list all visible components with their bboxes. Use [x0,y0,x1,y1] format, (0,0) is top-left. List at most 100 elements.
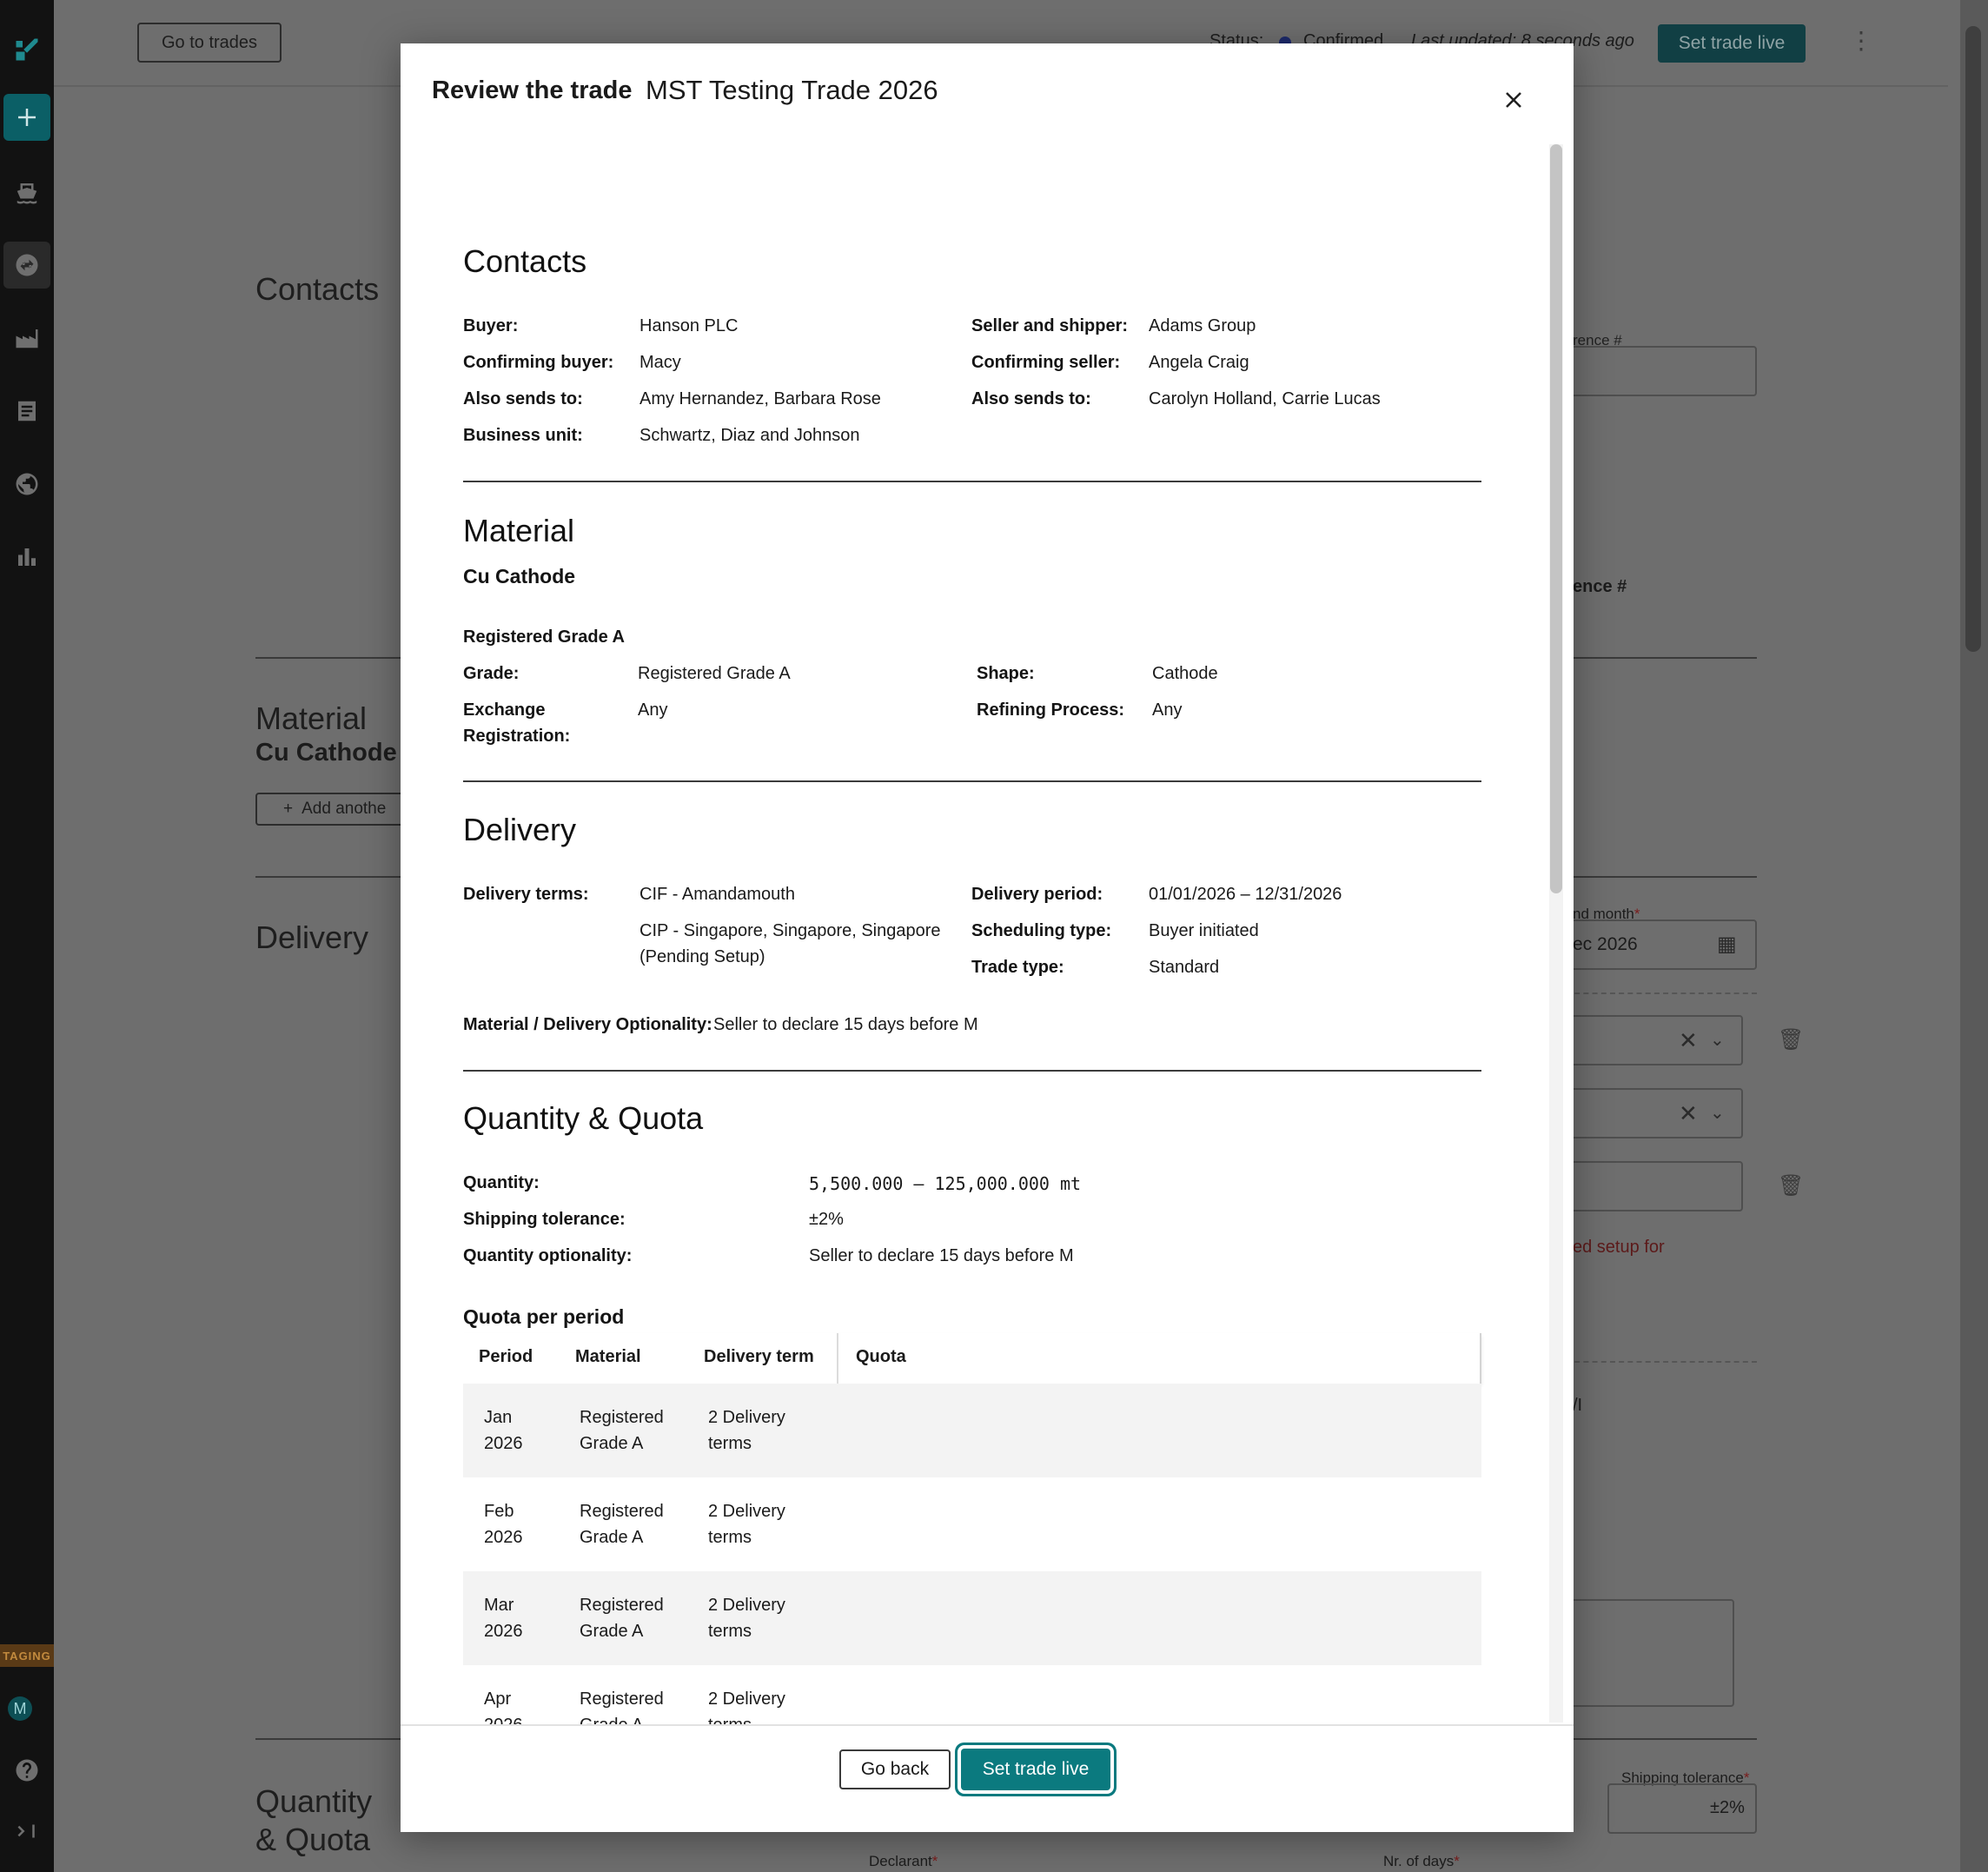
end-month-input-bg[interactable]: ec 2026 ▦ [1566,919,1757,970]
trash-icon[interactable]: 🗑 [1778,1027,1804,1052]
trash-icon[interactable]: 🗑 [1778,1173,1804,1198]
delivery-term-2: CIP - Singapore, Singapore, Singapore [639,921,941,940]
quantity-optionality-label: Quantity optionality: [463,1246,633,1265]
material-heading: Material [463,513,575,548]
dialog-body: Contacts Buyer: Hanson PLC Confirming bu… [463,139,1506,1724]
page-scrollbar-thumb[interactable] [1965,26,1981,652]
go-back-button[interactable]: Go back [839,1749,951,1789]
quantity-heading-bg-2: & Quota [255,1822,371,1857]
material-cell: RegisteredGrade A [580,1689,664,1724]
review-trade-dialog: Review the trade MST Testing Trade 2026 … [401,43,1574,1832]
confirming-seller-label: Confirming seller: [971,353,1121,372]
column-separator [837,1333,838,1384]
document-icon[interactable] [3,388,50,435]
shape-value: Cathode [1152,664,1218,683]
dialog-scrollbar-thumb[interactable] [1550,144,1562,893]
reference-input-bg[interactable] [1566,346,1757,396]
globe-icon[interactable] [3,461,50,508]
more-vertical-icon[interactable]: ⋮ [1849,26,1873,55]
ship-icon[interactable] [3,169,50,216]
delivery-input-bg[interactable] [1566,1161,1743,1211]
dialog-header: Review the trade MST Testing Trade 2026 [401,43,1574,139]
quantity-heading: Quantity & Quota [463,1100,704,1136]
period-cell: Apr2026 [484,1689,523,1724]
shipping-tolerance-label: Shipping tolerance: [463,1210,626,1229]
contacts-heading: Contacts [463,243,587,279]
set-trade-live-button[interactable]: Set trade live [961,1749,1110,1790]
material-cell: RegisteredGrade A [580,1596,664,1641]
seller-also-sends-to-value: Carolyn Holland, Carrie Lucas [1149,389,1381,408]
clear-icon[interactable]: ✕ [1679,1027,1698,1054]
reference-label-bg-2: ence # [1573,577,1627,596]
seller-label: Seller and shipper: [971,316,1129,335]
contacts-heading-bg: Contacts [255,271,380,307]
avatar[interactable]: M [8,1696,32,1721]
period-cell: Jan 2026 [484,1408,523,1453]
period-cell: Feb 2026 [484,1502,523,1547]
scheduling-type-label: Scheduling type: [971,921,1112,940]
divider [463,1070,1481,1072]
table-row: Mar 2026 Registered Grade A 2 Delivery term… [463,1571,1481,1665]
factory-icon[interactable] [3,315,50,362]
column-header-period[interactable]: Period [479,1347,533,1367]
declarant-label-bg: Declarant* [869,1853,938,1869]
go-to-trades-button[interactable]: Go to trades [137,23,282,63]
divider [463,780,1481,782]
delivery-term-cell[interactable]: 2 Deliveryterms [708,1498,785,1550]
quantity-label: Quantity: [463,1173,540,1192]
delivery-term-cell[interactable]: 2 Deliveryterms [708,1592,785,1644]
delivery-term-select-bg-2[interactable]: ✕ ⌄ [1566,1088,1743,1138]
confirming-buyer-label: Confirming buyer: [463,353,614,372]
close-button[interactable] [1497,83,1530,116]
exchange-value: Any [638,700,668,720]
seller-value: Adams Group [1149,316,1256,335]
clear-icon[interactable]: ✕ [1679,1100,1698,1127]
material-heading-bg: Material [255,700,368,736]
quantity-heading-bg-1: Quantity [255,1783,373,1819]
period-cell: Mar 2026 [484,1596,523,1641]
delivery-heading-bg: Delivery [255,919,369,955]
calendar-icon[interactable]: ▦ [1717,932,1737,957]
scheduling-type-value: Buyer initiated [1149,921,1259,940]
delivery-term-cell[interactable]: 2 Deliveryterms [708,1686,785,1724]
buyer-also-sends-to-value: Amy Hernandez, Barbara Rose [639,389,881,408]
help-icon[interactable] [3,1747,50,1794]
refining-label: Refining Process: [977,700,1125,720]
trade-icon[interactable] [3,242,50,289]
grade-heading: Registered Grade A [463,627,625,647]
delivery-optionality-value: Seller to declare 15 days before M [713,1015,978,1034]
quantity-optionality-value: Seller to declare 15 days before M [809,1246,1074,1265]
material-name-bg: Cu Cathode [255,739,397,767]
chevron-down-icon[interactable]: ⌄ [1710,1029,1725,1051]
shipping-tolerance-input-bg[interactable]: ±2% [1607,1783,1757,1834]
buyer-value: Hanson PLC [639,316,739,335]
table-header: Period Material Delivery term Quota [463,1333,1481,1384]
table-row: Feb 2026 Registered Grade A 2 Delivery term… [463,1477,1481,1571]
confirming-buyer-value: Macy [639,353,681,372]
logo-icon[interactable] [3,26,50,73]
material-cell: RegisteredGrade A [580,1408,664,1453]
set-trade-live-button-bg[interactable]: Set trade live [1658,24,1806,63]
column-header-quota[interactable]: Quota [856,1347,906,1367]
column-header-material[interactable]: Material [575,1347,641,1367]
end-month-value: ec 2026 [1573,934,1638,954]
shipping-tolerance-value: ±2% [809,1210,844,1229]
quota-per-period-heading: Quota per period [463,1305,625,1328]
grade-value: Registered Grade A [638,664,791,683]
delivery-term-select-bg[interactable]: ✕ ⌄ [1566,1015,1743,1065]
dashed-divider [1566,992,1757,994]
quantity-value: 5,500.000 – 125,000.000 mt [809,1173,1082,1194]
delivery-period-label: Delivery period: [971,885,1103,904]
delivery-term-cell[interactable]: 2 Deliveryterms [708,1404,785,1457]
shipping-tolerance-value: ±2% [1710,1798,1745,1817]
dashed-divider [1566,1361,1757,1363]
nr-days-label-bg: Nr. of days* [1383,1853,1460,1869]
delivery-term-1: CIF - Amandamouth [639,885,795,904]
notes-textarea-bg[interactable] [1566,1599,1734,1707]
expand-icon[interactable] [3,1808,50,1855]
column-header-delivery-term[interactable]: Delivery term [704,1347,814,1367]
trade-name: MST Testing Trade 2026 [646,75,938,105]
chevron-down-icon[interactable]: ⌄ [1710,1102,1725,1124]
bar-chart-icon[interactable] [3,534,50,581]
plus-icon[interactable] [3,94,50,141]
